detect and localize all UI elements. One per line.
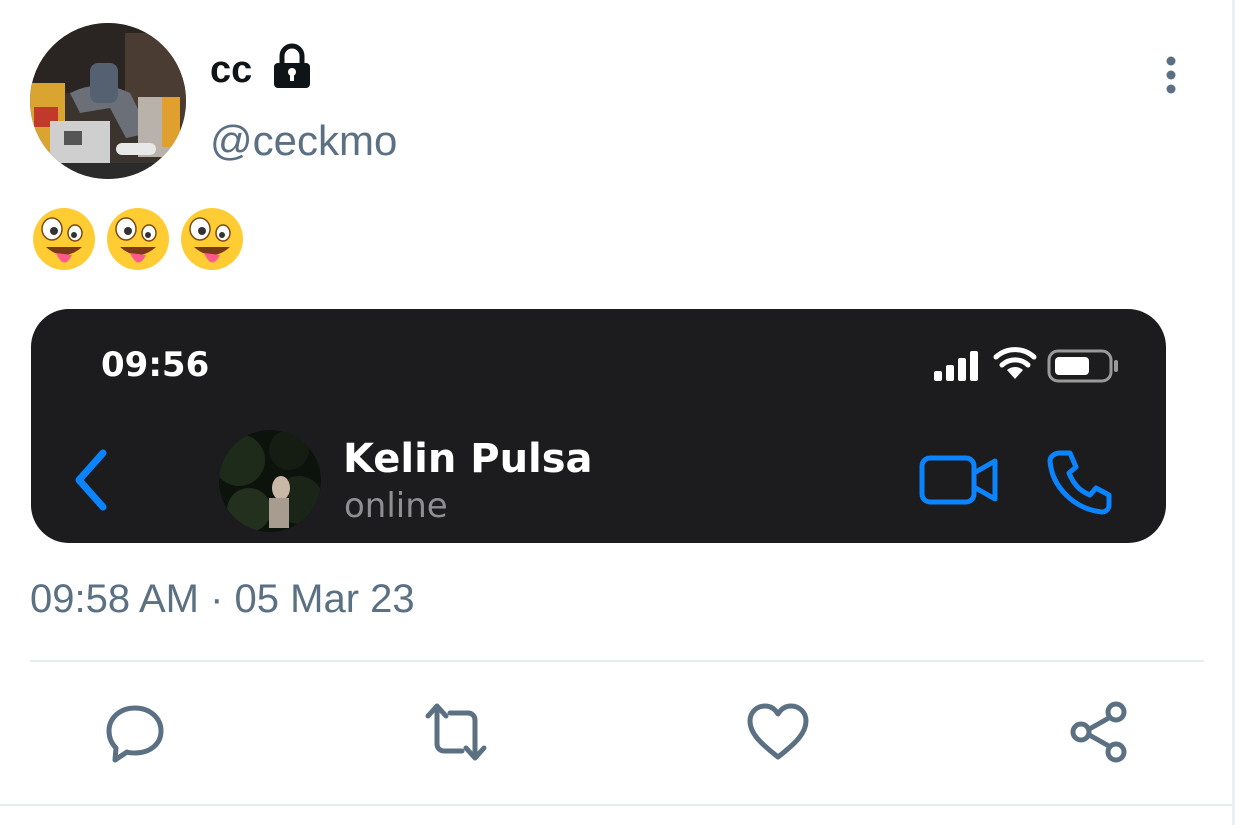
contact-status: online <box>344 486 448 526</box>
video-call-icon[interactable] <box>919 453 999 507</box>
more-options-icon[interactable] <box>1156 54 1186 98</box>
status-bar-time: 09:56 <box>101 345 210 385</box>
divider <box>0 804 1235 806</box>
tweet-timestamp[interactable]: 09:58 AM · 05 Mar 23 <box>30 574 415 624</box>
contact-avatar[interactable] <box>219 430 321 532</box>
retweet-icon[interactable] <box>424 700 488 764</box>
voice-call-icon[interactable] <box>1046 449 1112 515</box>
zany-face-emoji-2 <box>107 208 169 270</box>
battery-icon <box>1047 349 1118 383</box>
back-chevron-icon[interactable] <box>69 447 113 513</box>
lock-icon <box>274 43 310 88</box>
attached-image[interactable]: 09:56 Kelin Pulsa online <box>31 309 1166 543</box>
share-icon[interactable] <box>1068 700 1132 764</box>
wifi-icon <box>993 347 1037 379</box>
avatar[interactable] <box>30 23 186 179</box>
contact-photo <box>219 430 321 532</box>
zany-face-emoji-3 <box>181 208 243 270</box>
tweet-text <box>30 205 246 275</box>
zany-face-emoji-1 <box>33 208 95 270</box>
avatar-photo <box>30 23 186 179</box>
like-icon[interactable] <box>746 700 810 764</box>
username-handle[interactable]: @ceckmo <box>210 116 397 166</box>
divider <box>30 660 1204 662</box>
reply-icon[interactable] <box>103 700 167 764</box>
cellular-signal-icon <box>934 351 978 381</box>
contact-name: Kelin Pulsa <box>343 436 593 482</box>
display-name[interactable]: cc <box>210 48 252 92</box>
